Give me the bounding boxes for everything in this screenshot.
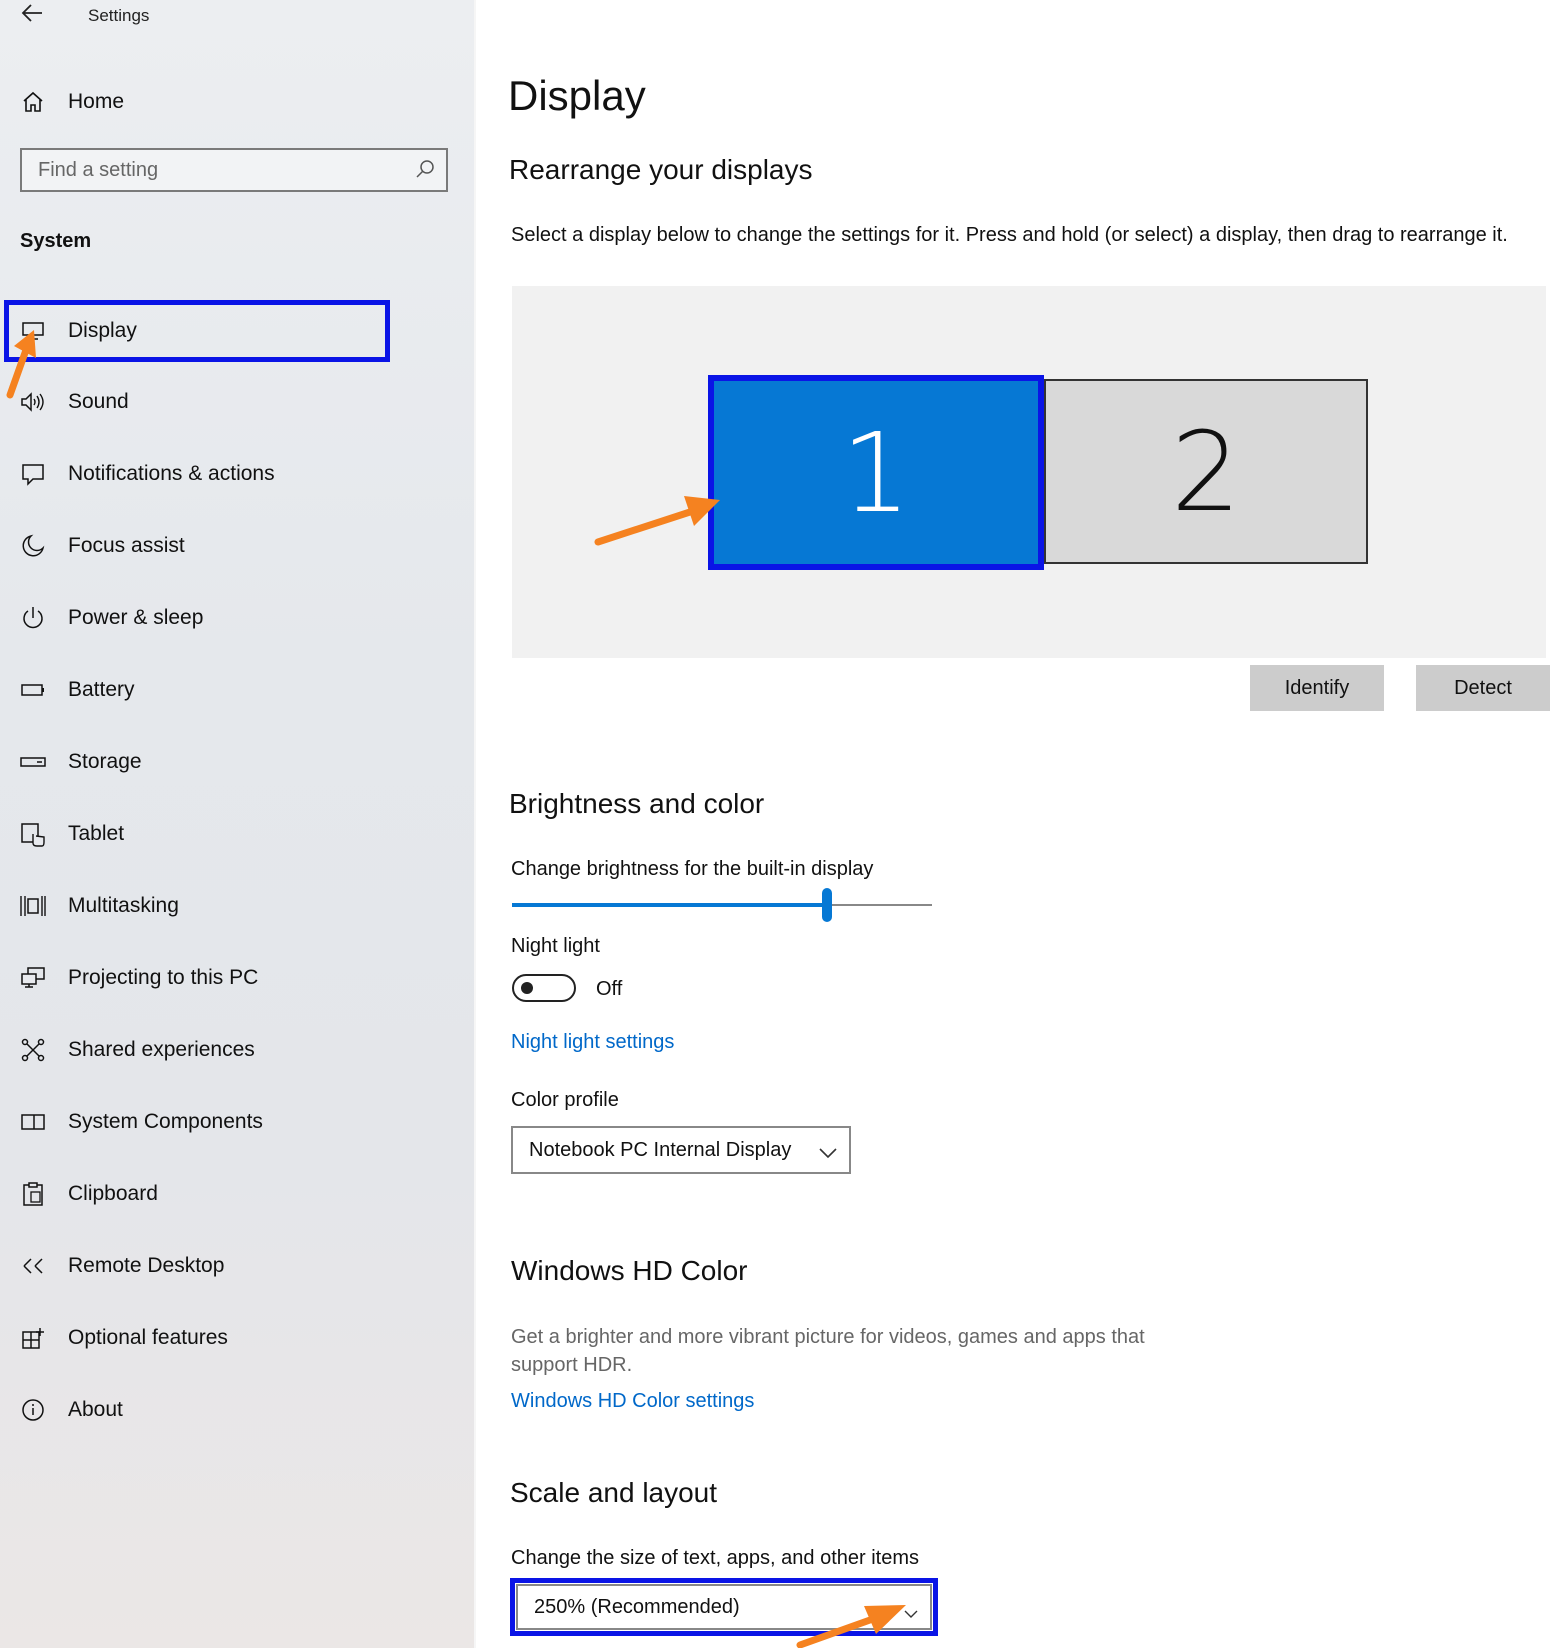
power-icon (18, 603, 48, 633)
sidebar-item-label: Power & sleep (68, 606, 204, 629)
color-profile-dropdown[interactable]: Notebook PC Internal Display (511, 1126, 851, 1174)
sidebar-home-label: Home (68, 90, 125, 113)
sidebar-item-storage[interactable]: Storage (18, 740, 458, 784)
night-light-settings-link[interactable]: Night light settings (511, 1031, 674, 1054)
speaker-icon (18, 387, 48, 417)
hd-color-description: Get a brighter and more vibrant picture … (511, 1326, 1145, 1376)
sidebar-item-about[interactable]: About (18, 1388, 458, 1432)
night-light-toggle[interactable] (512, 974, 576, 1002)
page-title: Display (508, 72, 646, 119)
battery-icon (18, 675, 48, 705)
sidebar-item-label: System Components (68, 1110, 263, 1133)
rearrange-description: Select a display below to change the set… (511, 224, 1508, 246)
sidebar-item-power-sleep[interactable]: Power & sleep (18, 596, 458, 640)
hd-color-heading: Windows HD Color (511, 1255, 748, 1286)
annotation-highlight-scale (510, 1578, 938, 1636)
sidebar-item-label: Battery (68, 678, 135, 701)
title-bar: Settings (0, 0, 474, 40)
sidebar-item-label: Clipboard (68, 1182, 158, 1205)
sidebar-item-label: Focus assist (68, 534, 185, 557)
night-light-state: Off (596, 978, 623, 1000)
notification-icon (18, 459, 48, 489)
remote-desktop-icon (18, 1251, 48, 1281)
brightness-heading: Brightness and color (509, 788, 765, 819)
sidebar-item-multitasking[interactable]: Multitasking (18, 884, 458, 928)
sidebar-item-remote-desktop[interactable]: Remote Desktop (18, 1244, 458, 1288)
projecting-icon (18, 963, 48, 993)
brightness-slider-fill (512, 903, 827, 907)
sidebar-item-projecting[interactable]: Projecting to this PC (18, 956, 458, 1000)
clipboard-icon (18, 1179, 48, 1209)
color-profile-label: Color profile (511, 1089, 619, 1111)
tablet-icon (18, 819, 48, 849)
sidebar-item-label: Notifications & actions (68, 462, 275, 485)
display-2-tile[interactable]: 2 (1044, 379, 1368, 564)
sidebar-item-label: Optional features (68, 1326, 228, 1349)
info-icon (18, 1395, 48, 1425)
sidebar-item-optional-features[interactable]: Optional features (18, 1316, 458, 1360)
multitasking-icon (18, 891, 48, 921)
home-icon (18, 87, 48, 117)
display-arrangement-area[interactable]: 1 2 (512, 286, 1546, 658)
sidebar-home[interactable]: Home (18, 82, 458, 122)
night-light-label: Night light (511, 935, 600, 957)
components-icon (18, 1107, 48, 1137)
main-content: Display Rearrange your displays Select a… (476, 0, 1564, 1648)
sidebar-item-notifications[interactable]: Notifications & actions (18, 452, 458, 496)
sidebar-item-label: Projecting to this PC (68, 966, 259, 989)
brightness-slider-label: Change brightness for the built-in displ… (511, 858, 874, 880)
sidebar-item-shared-experiences[interactable]: Shared experiences (18, 1028, 458, 1072)
display-1-tile[interactable]: 1 (708, 375, 1044, 570)
hd-color-settings-link[interactable]: Windows HD Color settings (511, 1390, 754, 1413)
back-button[interactable] (16, 2, 48, 32)
section-label-system: System (20, 230, 92, 252)
search-icon[interactable] (414, 158, 436, 185)
storage-icon (18, 747, 48, 777)
moon-icon (18, 531, 48, 561)
sidebar-item-system-components[interactable]: System Components (18, 1100, 458, 1144)
brightness-slider[interactable] (512, 888, 932, 922)
chevron-down-icon (819, 1142, 837, 1165)
sidebar-item-label: Sound (68, 390, 129, 413)
sidebar-item-label: Shared experiences (68, 1038, 255, 1061)
app-title: Settings (88, 6, 150, 25)
annotation-highlight-display (4, 300, 390, 362)
brightness-slider-thumb[interactable] (822, 888, 832, 922)
search-input[interactable] (22, 150, 418, 190)
sidebar-item-label: About (68, 1398, 123, 1421)
sidebar-item-label: Multitasking (68, 894, 179, 917)
sidebar-item-tablet[interactable]: Tablet (18, 812, 458, 856)
scale-label: Change the size of text, apps, and other… (511, 1547, 920, 1569)
sidebar-item-label: Tablet (68, 822, 125, 845)
optional-features-icon (18, 1323, 48, 1353)
back-arrow-icon (21, 4, 42, 22)
sidebar: Settings Home System Display Sound Notif… (0, 0, 474, 1648)
identify-button[interactable]: Identify (1250, 665, 1384, 711)
color-profile-value: Notebook PC Internal Display (529, 1138, 792, 1161)
sidebar-item-sound[interactable]: Sound (18, 380, 458, 424)
sidebar-item-label: Storage (68, 750, 142, 773)
toggle-knob (521, 982, 533, 994)
scale-heading: Scale and layout (510, 1477, 718, 1508)
sidebar-item-clipboard[interactable]: Clipboard (18, 1172, 458, 1216)
detect-button[interactable]: Detect (1416, 665, 1550, 711)
rearrange-heading: Rearrange your displays (509, 154, 813, 185)
shared-icon (18, 1035, 48, 1065)
search-box[interactable] (20, 148, 448, 192)
sidebar-item-label: Remote Desktop (68, 1254, 225, 1277)
sidebar-item-focus-assist[interactable]: Focus assist (18, 524, 458, 568)
sidebar-item-battery[interactable]: Battery (18, 668, 458, 712)
